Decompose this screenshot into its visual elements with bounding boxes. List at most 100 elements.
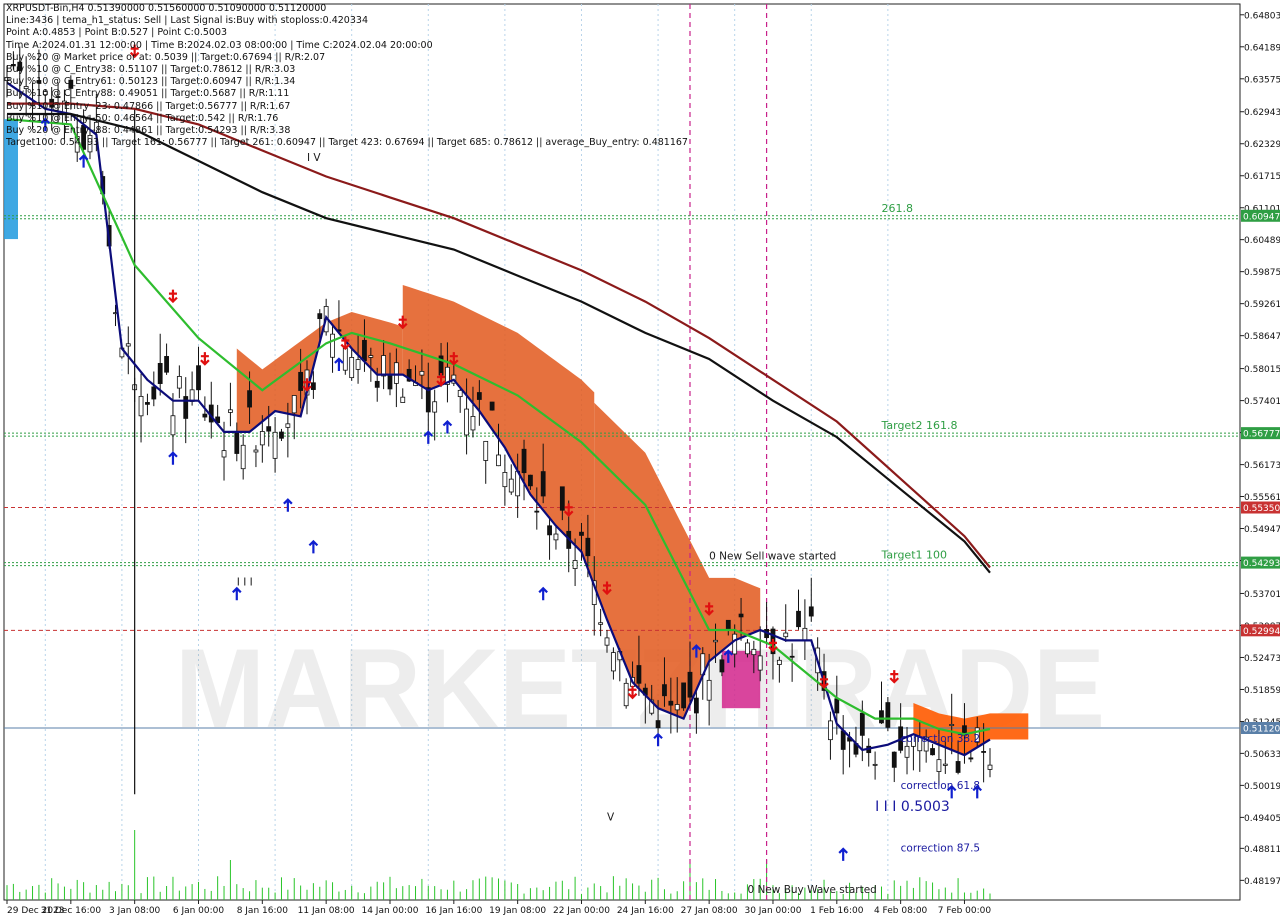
candle-body bbox=[349, 357, 355, 379]
chart-annotation: I I I 0.5003 bbox=[875, 799, 950, 815]
sell-arrow-shape bbox=[200, 352, 210, 366]
buy-arrow-icon bbox=[442, 419, 453, 434]
candle-body bbox=[387, 373, 393, 390]
x-tick-label: 31 Dec 16:00 bbox=[41, 906, 102, 916]
candle-body bbox=[968, 757, 974, 760]
y-tick-label: 0.60489 bbox=[1244, 236, 1280, 246]
buy-arrow-icon bbox=[334, 357, 344, 371]
candle-body bbox=[221, 450, 227, 458]
candle-body bbox=[981, 751, 987, 753]
chart-annotation: I I I bbox=[237, 577, 253, 589]
candle-body bbox=[196, 365, 201, 391]
candle-body bbox=[955, 761, 961, 773]
info-line: Target100: 0.54293 || Target 161: 0.5677… bbox=[6, 137, 688, 149]
x-tick-label: 4 Feb 08:00 bbox=[874, 906, 928, 916]
candle-body bbox=[253, 449, 259, 453]
y-tick-label: 0.58647 bbox=[1244, 332, 1280, 342]
buy-arrow-icon bbox=[423, 430, 434, 444]
candle-body bbox=[145, 402, 150, 405]
x-tick-label: 14 Jan 00:00 bbox=[361, 906, 418, 916]
buy-arrow-shape bbox=[442, 419, 453, 434]
candle-body bbox=[164, 356, 169, 373]
candle-body bbox=[585, 537, 591, 557]
sell-arrow-icon bbox=[200, 352, 210, 366]
candle-body bbox=[668, 700, 674, 706]
candle-body bbox=[834, 698, 840, 714]
candle-body bbox=[751, 648, 757, 656]
candle-body bbox=[719, 659, 725, 673]
candle-body bbox=[610, 652, 616, 672]
candle-body bbox=[234, 432, 240, 454]
buy-arrow-shape bbox=[838, 847, 848, 861]
candle-body bbox=[662, 684, 667, 697]
candle-body bbox=[374, 380, 380, 388]
candle-body bbox=[432, 401, 438, 413]
candle-body bbox=[342, 347, 348, 371]
y-tick-label: 0.62943 bbox=[1244, 108, 1280, 118]
buy-arrow-shape bbox=[168, 451, 178, 465]
candle-body bbox=[872, 763, 878, 766]
info-line: Buy %20 @ Entry -88: 0.44861 || Target:0… bbox=[6, 125, 291, 137]
candle-body bbox=[713, 639, 718, 643]
candle-body bbox=[840, 730, 846, 750]
x-tick-label: 11 Jan 08:00 bbox=[298, 906, 355, 916]
y-tick-label: 0.51859 bbox=[1244, 686, 1280, 696]
candle-body bbox=[885, 702, 891, 728]
y-tick-label: 0.63575 bbox=[1244, 75, 1280, 85]
candle-body bbox=[528, 474, 533, 487]
candle-body bbox=[745, 642, 750, 655]
candle-body bbox=[330, 333, 335, 358]
chart-annotation: correction 38.2 bbox=[901, 733, 980, 745]
candle-body bbox=[891, 751, 897, 768]
candle-body bbox=[362, 339, 367, 362]
candle-body bbox=[930, 748, 935, 756]
candle-body bbox=[508, 478, 514, 493]
buy-arrow-icon bbox=[308, 539, 319, 554]
info-line: Point A:0.4853 | Point B:0.527 | Point C… bbox=[6, 27, 228, 39]
candle-body bbox=[808, 606, 814, 617]
y-tick-label: 0.53701 bbox=[1244, 590, 1280, 600]
buy-arrow-shape bbox=[538, 586, 548, 601]
candle-body bbox=[138, 395, 144, 417]
candle-body bbox=[547, 525, 552, 536]
y-tick-label: 0.50019 bbox=[1244, 782, 1280, 792]
chart-annotation: 0 New Sell wave started bbox=[709, 551, 836, 563]
info-line: Buy %10 @ C_Entry61: 0.50123 || Target:0… bbox=[6, 76, 296, 88]
level-price-label: 0.52994 bbox=[1243, 627, 1280, 637]
sell-arrow-icon bbox=[168, 289, 178, 304]
candle-body bbox=[521, 448, 527, 474]
buy-arrow-icon bbox=[78, 154, 89, 168]
chart-annotation: correction 87.5 bbox=[901, 843, 980, 855]
candle-body bbox=[783, 632, 789, 638]
candle-body bbox=[623, 682, 629, 707]
candle-body bbox=[285, 423, 291, 428]
x-tick-label: 7 Feb 00:00 bbox=[938, 906, 992, 916]
candle-body bbox=[157, 362, 163, 384]
buy-arrow-icon bbox=[838, 847, 848, 861]
candle-body bbox=[151, 386, 157, 400]
y-tick-label: 0.50633 bbox=[1244, 750, 1280, 760]
buy-arrow-shape bbox=[308, 539, 319, 554]
candle-body bbox=[393, 362, 399, 384]
candle-body bbox=[483, 440, 489, 461]
sell-arrow-shape bbox=[168, 289, 178, 304]
x-tick-label: 30 Jan 00:00 bbox=[744, 906, 801, 916]
candle-body bbox=[706, 679, 712, 701]
info-line: Time A:2024.01.31 12:00:00 | Time B:2024… bbox=[6, 39, 433, 51]
level-annotation: Target2 161.8 bbox=[880, 419, 957, 432]
candle-body bbox=[738, 613, 744, 618]
y-tick-label: 0.59261 bbox=[1244, 300, 1280, 310]
y-tick-label: 0.52473 bbox=[1244, 654, 1280, 664]
candle-body bbox=[247, 390, 252, 408]
candle-body bbox=[476, 392, 482, 400]
candle-body bbox=[457, 389, 463, 398]
candle-body bbox=[368, 355, 374, 358]
level-price-label: 0.51120 bbox=[1243, 724, 1280, 734]
candle-body bbox=[757, 655, 763, 671]
candle-body bbox=[470, 415, 476, 431]
x-tick-label: 19 Jan 08:00 bbox=[489, 906, 546, 916]
y-tick-label: 0.62329 bbox=[1244, 140, 1280, 150]
x-tick-label: 22 Jan 00:00 bbox=[553, 906, 610, 916]
candle-body bbox=[987, 764, 993, 770]
chart-info-panel: XRPUSDT-Bin,H4 0.51390000 0.51560000 0.5… bbox=[6, 3, 688, 149]
